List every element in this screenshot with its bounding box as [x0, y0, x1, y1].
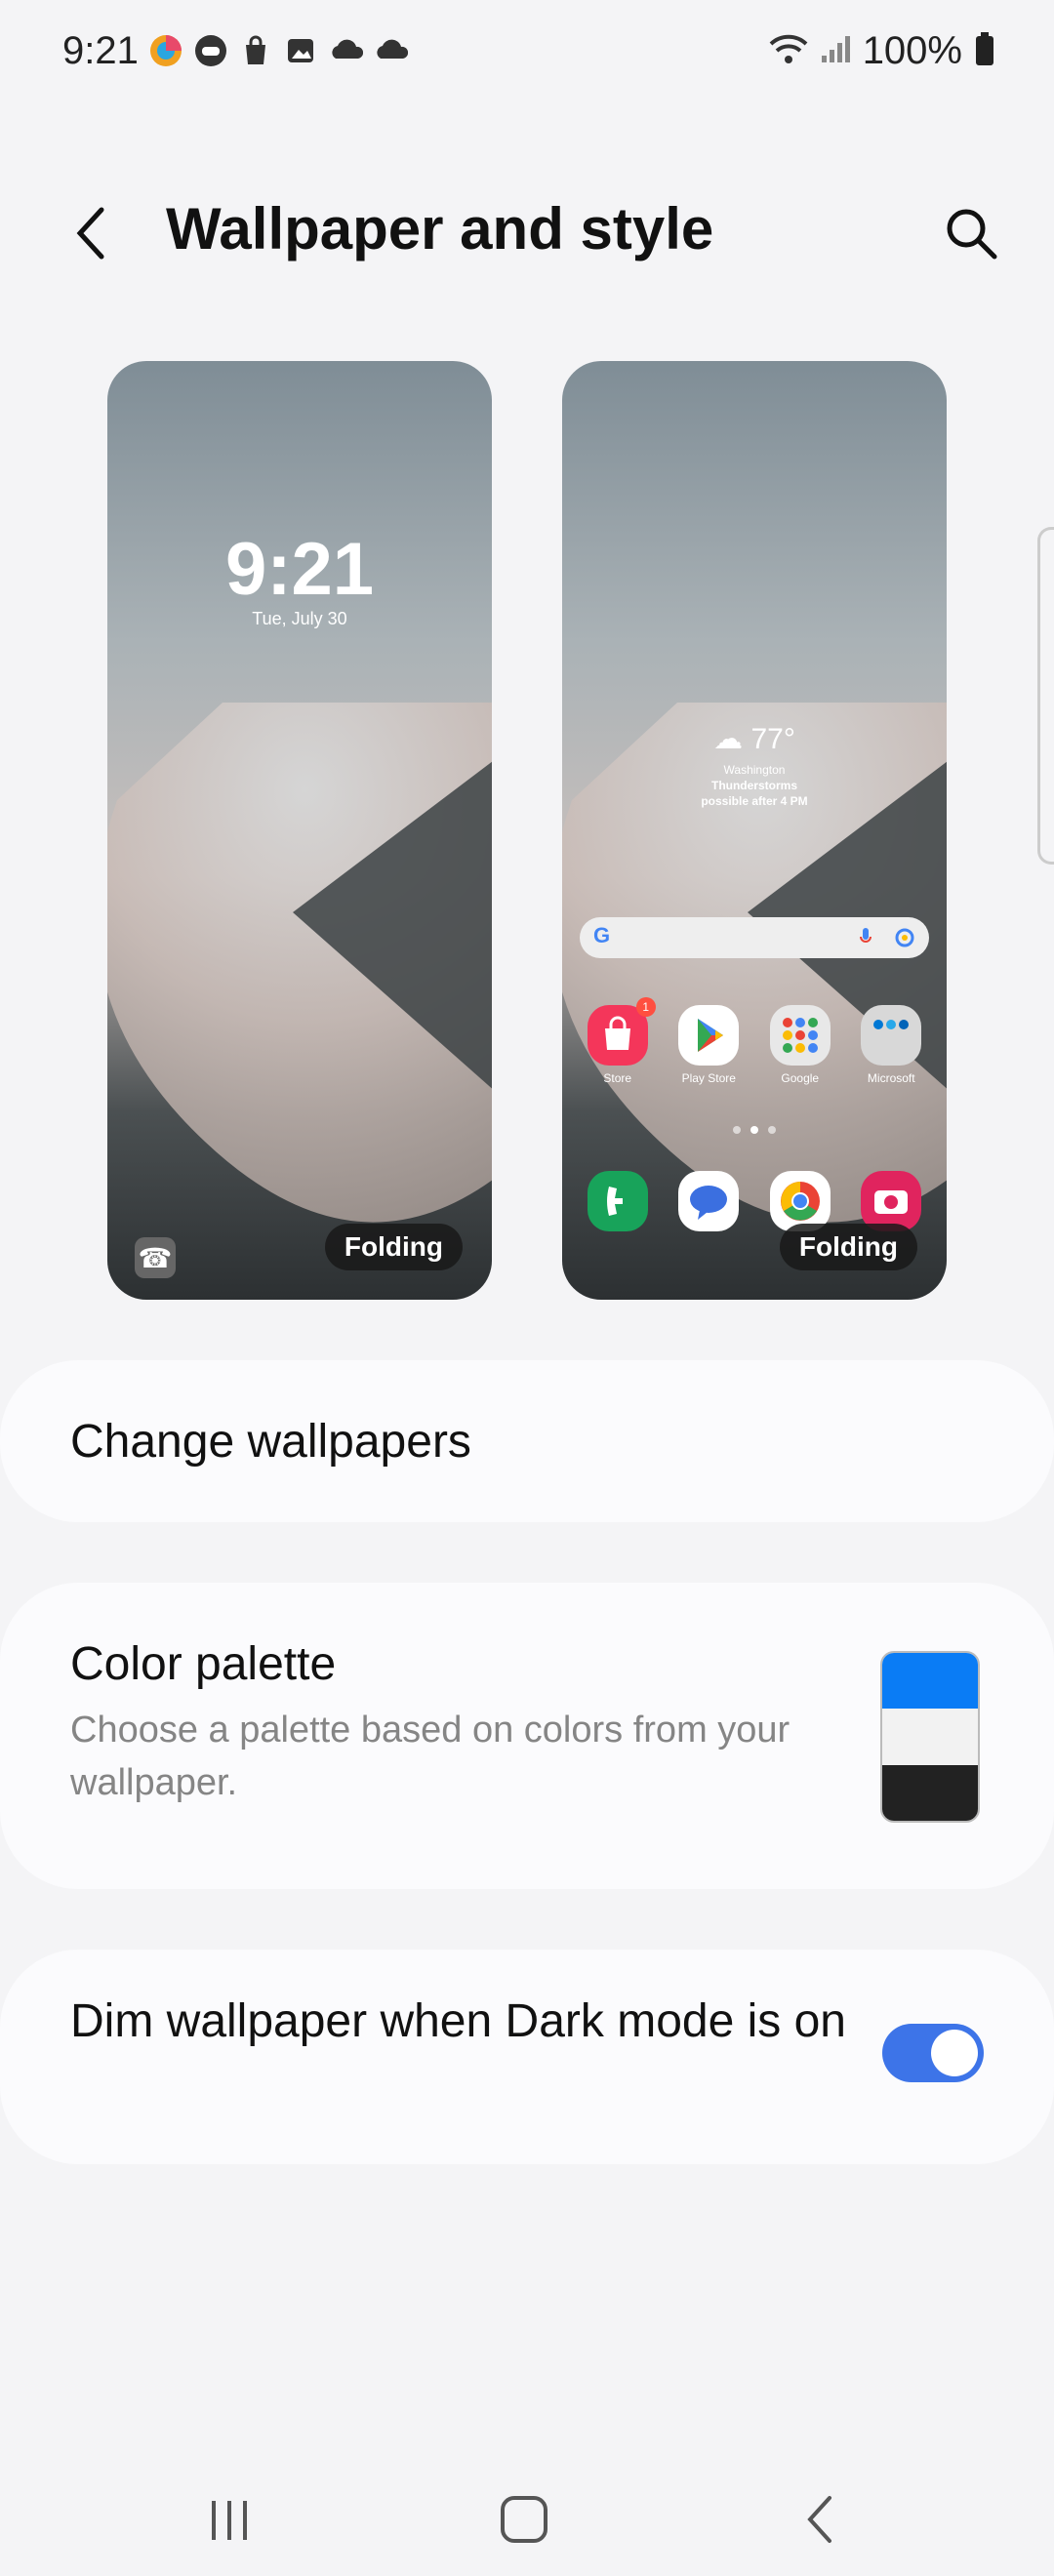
weather-temp-value: 77°	[750, 723, 795, 755]
battery-icon	[974, 31, 995, 71]
home-icon	[501, 2496, 547, 2543]
app-microsoft-folder: Microsoft	[852, 1005, 930, 1085]
change-wallpapers-item[interactable]: Change wallpapers	[0, 1360, 1054, 1522]
notification-badge: 1	[635, 997, 656, 1017]
nav-back-button[interactable]	[777, 2480, 865, 2558]
app-colorful-icon	[148, 33, 183, 68]
weather-note: possible after 4 PM	[701, 794, 808, 808]
toggle-knob	[931, 2030, 978, 2076]
google-search-bar: G	[580, 917, 929, 958]
lock-screen-preview[interactable]: 9:21 Tue, July 30 ☎ Folding	[107, 361, 492, 1300]
recents-button[interactable]	[185, 2480, 273, 2558]
navigation-bar	[0, 2449, 1054, 2576]
home-screen-preview[interactable]: ☁ 77° Washington Thunderstorms possible …	[562, 361, 947, 1300]
chevron-left-icon	[76, 207, 104, 260]
game-controller-icon	[193, 33, 228, 68]
folding-badge: Folding	[779, 1224, 917, 1270]
recents-icon	[212, 2501, 247, 2540]
status-time: 9:21	[62, 29, 139, 72]
palette-swatch[interactable]	[880, 1651, 980, 1823]
wallpaper-shape	[107, 703, 492, 1223]
lens-icon	[895, 928, 914, 947]
camera-icon	[861, 1171, 922, 1231]
lock-date: Tue, July 30	[252, 609, 347, 628]
home-button[interactable]	[480, 2480, 568, 2558]
store-icon: 1	[587, 997, 656, 1066]
google-folder-icon	[769, 1005, 831, 1066]
back-button[interactable]	[59, 199, 127, 267]
page-dot	[768, 1126, 776, 1134]
google-g-icon: G	[593, 923, 611, 947]
cloud-icon	[373, 33, 408, 68]
page-dot	[733, 1126, 741, 1134]
shopping-bag-icon	[238, 33, 273, 68]
edge-panel-handle[interactable]	[1037, 527, 1054, 865]
color-palette-title: Color palette	[70, 1638, 337, 1690]
app-label: Microsoft	[867, 1071, 915, 1085]
dim-wallpaper-item[interactable]: Dim wallpaper when Dark mode is on	[0, 1950, 1054, 2164]
page-indicator	[562, 1126, 947, 1134]
lock-clock: 9:21	[224, 528, 375, 611]
palette-color-secondary	[882, 1709, 978, 1765]
status-right: 100%	[769, 29, 995, 73]
play-store-icon	[678, 1005, 740, 1066]
cloud-sync-icon	[328, 33, 363, 68]
app-store: 1 Store	[579, 997, 657, 1085]
app-label: Store	[603, 1071, 632, 1085]
gallery-icon	[283, 33, 318, 68]
notification-icons	[148, 33, 408, 68]
mic-icon	[860, 928, 872, 943]
chrome-icon	[769, 1171, 831, 1231]
back-icon	[807, 2496, 831, 2543]
folding-badge: Folding	[324, 1224, 463, 1270]
weather-temperature: ☁ 77°	[562, 722, 947, 756]
weather-location: Washington	[723, 763, 786, 777]
dim-wallpaper-toggle[interactable]	[882, 2024, 984, 2082]
signal-icon	[820, 34, 851, 68]
change-wallpapers-label: Change wallpapers	[70, 1416, 471, 1468]
search-icon	[947, 209, 997, 260]
wifi-icon	[769, 32, 808, 70]
status-bar: 9:21 100%	[0, 0, 1054, 107]
palette-color-primary	[882, 1653, 978, 1710]
battery-percent: 100%	[862, 29, 962, 72]
app-header: Wallpaper and style	[0, 176, 1054, 293]
phone-shortcut-icon: ☎	[135, 1237, 176, 1278]
page-title: Wallpaper and style	[166, 196, 714, 262]
home-dock	[562, 1171, 947, 1231]
app-google-folder: Google	[761, 1005, 839, 1085]
search-button[interactable]	[937, 199, 1005, 267]
dim-wallpaper-label: Dim wallpaper when Dark mode is on	[70, 1995, 846, 2047]
color-palette-subtitle: Choose a palette based on colors from yo…	[70, 1710, 790, 1803]
home-app-row: 1 Store Play Store Google Microsoft	[562, 997, 947, 1085]
app-play-store: Play Store	[669, 1005, 748, 1085]
app-label: Play Store	[681, 1071, 736, 1085]
messages-icon	[678, 1171, 740, 1231]
color-palette-item[interactable]: Color palette Choose a palette based on …	[0, 1583, 1054, 1889]
page-dot	[750, 1126, 758, 1134]
weather-condition: Thunderstorms	[710, 779, 797, 792]
app-label: Google	[781, 1071, 820, 1085]
phone-icon	[587, 1171, 648, 1231]
palette-color-tertiary	[882, 1764, 978, 1821]
cloud-icon: ☁	[713, 723, 744, 755]
microsoft-folder-icon	[861, 1005, 922, 1066]
